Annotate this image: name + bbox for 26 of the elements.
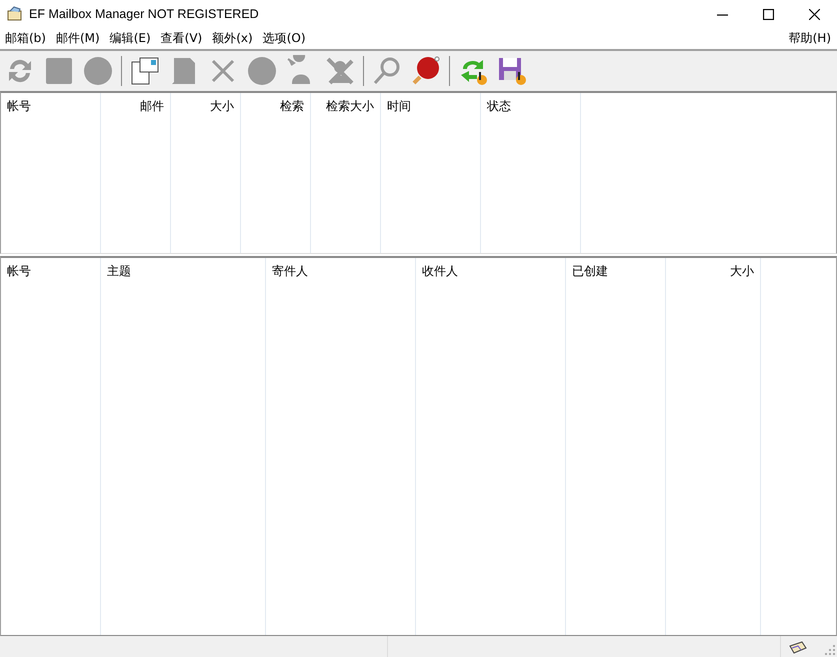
column-header[interactable]: 已创建 — [566, 258, 665, 285]
envelope-stack-icon — [789, 640, 807, 654]
column-header[interactable]: 状态 — [481, 93, 580, 120]
menu-item[interactable]: 编辑(E) — [106, 30, 155, 47]
menu-item[interactable]: 查看(V) — [156, 30, 206, 47]
window-title: EF Mailbox Manager NOT REGISTERED — [29, 7, 259, 21]
column-header[interactable]: 帐号 — [1, 93, 100, 120]
column-header[interactable]: 检索 — [241, 93, 310, 120]
mailbox-app-icon — [7, 6, 23, 22]
menu-item[interactable]: 邮箱(b) — [1, 30, 50, 47]
menu-item[interactable]: 额外(x) — [208, 30, 257, 47]
maximize-icon — [762, 8, 774, 20]
column-header[interactable]: 大小 — [666, 258, 760, 285]
column-header[interactable]: 寄件人 — [266, 258, 415, 285]
column-header[interactable]: 收件人 — [416, 258, 565, 285]
column-header[interactable]: 时间 — [381, 93, 480, 120]
column-header[interactable]: 大小 — [171, 93, 240, 120]
column-header[interactable]: 检索大小 — [311, 93, 380, 120]
menu-item[interactable]: 选项(O) — [258, 30, 310, 47]
resize-grip-icon — [825, 645, 835, 655]
column-header[interactable]: 邮件 — [101, 93, 170, 120]
menu-item[interactable]: 邮件(M) — [52, 30, 104, 47]
help-menu[interactable]: 帮助(H) — [784, 30, 835, 47]
column-header[interactable]: 主题 — [101, 258, 265, 285]
column-header[interactable]: 帐号 — [1, 258, 100, 285]
close-icon — [808, 8, 820, 20]
